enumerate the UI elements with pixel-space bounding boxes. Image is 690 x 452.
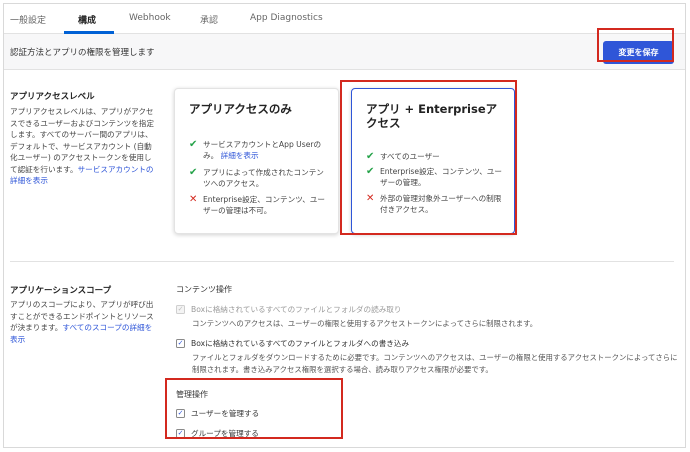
page-header: 認証方法とアプリの権限を管理します 変更を保存 <box>4 34 685 70</box>
page-description: 認証方法とアプリの権限を管理します <box>10 48 155 58</box>
write-files-option: ✓ Boxに格納されているすべてのファイルとフォルダへの書き込み <box>176 338 409 349</box>
feature-text: サービスアカウントとApp Userのみ。 詳細を表示 <box>203 140 322 160</box>
details-link[interactable]: 詳細を表示 <box>221 151 259 160</box>
write-files-checkbox[interactable]: ✓ <box>176 339 185 348</box>
feature-item: ✔ アプリによって作成されたコンテンツへのアクセス。 <box>189 167 329 189</box>
write-files-help: ファイルとフォルダをダウンロードするために必要です。コンテンツへのアクセスは、ユ… <box>192 353 678 374</box>
save-button-highlight <box>597 28 674 62</box>
read-files-help: コンテンツへのアクセスは、ユーザーの権限と使用するアクセストークンによってさらに… <box>192 319 538 328</box>
check-icon: ✔ <box>189 167 198 178</box>
content-operations-title: コンテンツ操作 <box>176 285 232 294</box>
scope-title: アプリケーションスコープ <box>10 286 112 296</box>
tab-webhook[interactable]: Webhook <box>129 13 171 23</box>
access-level-description: アプリアクセスレベルは、アプリがアクセスできるユーザーおよびコンテンツを指定しま… <box>10 106 156 187</box>
scope-description: アプリのスコープにより、アプリが呼び出すことができるエンドポイントとリソースが決… <box>10 299 156 345</box>
feature-item: ✔ サービスアカウントとApp Userのみ。 詳細を表示 <box>189 139 329 161</box>
section-divider <box>10 261 674 262</box>
feature-item: ✕ Enterprise設定、コンテンツ、ユーザーの管理は不可。 <box>189 194 329 216</box>
feature-text: アプリによって作成されたコンテンツへのアクセス。 <box>203 168 324 188</box>
admin-operations-highlight <box>165 378 343 439</box>
write-files-label: Boxに格納されているすべてのファイルとフォルダへの書き込み <box>191 339 410 348</box>
card-title: アプリアクセスのみ <box>189 102 292 116</box>
card-app-access-only[interactable]: アプリアクセスのみ ✔ サービスアカウントとApp Userのみ。 詳細を表示 … <box>174 88 339 234</box>
tab-general[interactable]: 一般設定 <box>10 13 46 26</box>
check-icon: ✔ <box>189 139 198 150</box>
tab-authorization[interactable]: 承認 <box>200 13 218 26</box>
read-files-label: Boxに格納されているすべてのファイルとフォルダの読み取り <box>191 305 402 314</box>
read-files-option: ✓ Boxに格納されているすべてのファイルとフォルダの読み取り <box>176 304 402 315</box>
enterprise-card-highlight <box>340 80 517 235</box>
access-level-title: アプリアクセスレベル <box>10 92 95 102</box>
tab-bar: 一般設定 構成 Webhook 承認 App Diagnostics <box>4 4 685 34</box>
read-files-checkbox[interactable]: ✓ <box>176 305 185 314</box>
tab-app-diagnostics[interactable]: App Diagnostics <box>250 13 323 23</box>
feature-text: Enterprise設定、コンテンツ、ユーザーの管理は不可。 <box>203 195 325 215</box>
tab-configuration[interactable]: 構成 <box>78 13 96 26</box>
cross-icon: ✕ <box>189 194 198 205</box>
